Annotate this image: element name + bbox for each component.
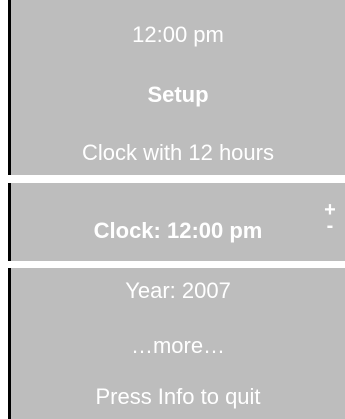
current-time: 12:00 pm: [132, 22, 224, 47]
header-panel: 12:00 pm Setup Clock with 12 hours: [8, 0, 345, 175]
menu-list-panel: Year: 2007 …more… Press Info to quit: [8, 268, 345, 419]
selected-setting-panel[interactable]: Clock: 12:00 pm + -: [8, 183, 345, 261]
more-items-option[interactable]: …more…: [11, 333, 345, 359]
year-setting-item[interactable]: Year: 2007: [11, 278, 345, 304]
clock-mode-option[interactable]: Clock with 12 hours: [11, 140, 345, 166]
quit-hint: Press Info to quit: [95, 384, 261, 409]
page-title: Setup: [147, 82, 209, 107]
decrease-icon[interactable]: -: [323, 216, 337, 236]
clock-setting-item[interactable]: Clock: 12:00 pm: [11, 218, 345, 244]
